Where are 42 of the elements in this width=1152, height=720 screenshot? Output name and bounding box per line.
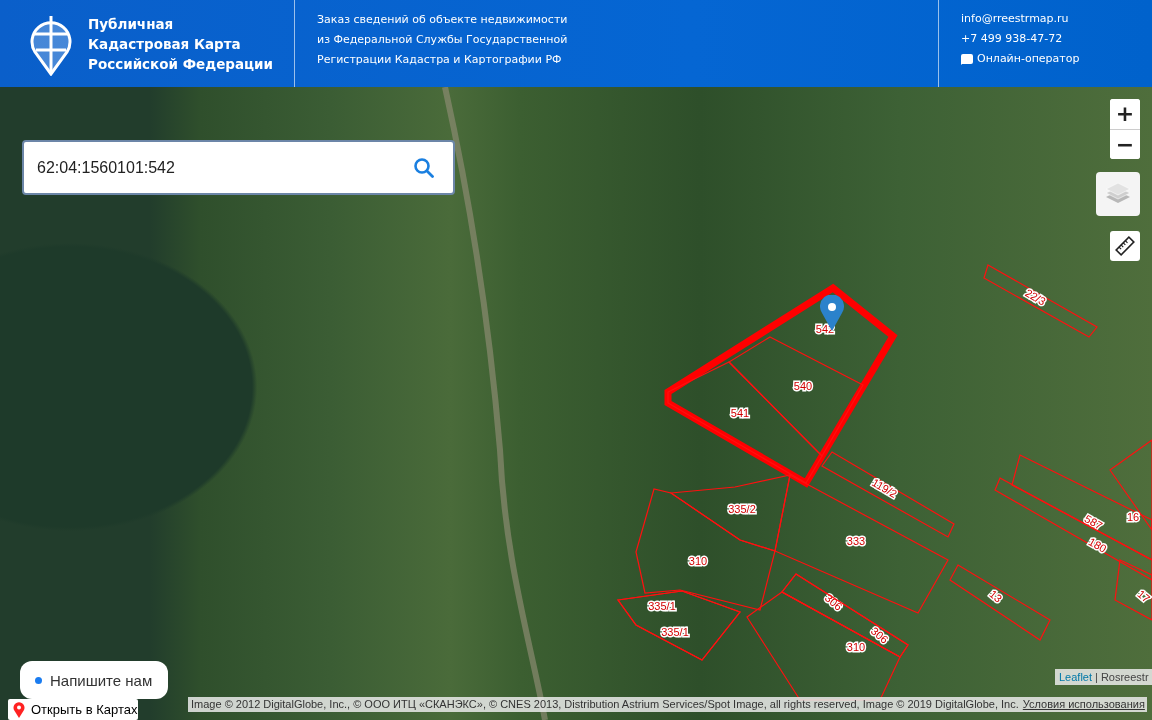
parcel-label: 22/3 bbox=[1023, 286, 1048, 308]
parcel-label: 335/2 bbox=[728, 502, 756, 515]
parcel-label: 180 bbox=[1086, 535, 1109, 555]
terms-of-use-link[interactable]: Условия использования bbox=[1022, 697, 1145, 712]
parcel-label: 541 bbox=[730, 406, 750, 419]
measure-button[interactable] bbox=[1110, 231, 1140, 261]
site-title-line: Российской Федерации bbox=[88, 54, 273, 74]
site-title-line: Кадастровая Карта bbox=[88, 34, 242, 54]
service-description-line: Регистрации Кадастра и Картографии РФ bbox=[317, 52, 563, 68]
map-pin-icon bbox=[13, 701, 25, 718]
online-status-dot bbox=[35, 676, 42, 684]
site-title-line: Публичная bbox=[88, 14, 175, 34]
phone-number[interactable]: +7 499 938-47-72 bbox=[961, 29, 1152, 49]
leaflet-link[interactable]: Leaflet bbox=[1059, 669, 1093, 685]
parcel-label: 17 bbox=[1135, 587, 1152, 605]
parcel-label: 310 bbox=[846, 640, 866, 653]
open-in-maps-button[interactable]: Открыть в Картах bbox=[8, 699, 138, 720]
online-operator-link[interactable]: Онлайн-оператор bbox=[977, 49, 1080, 69]
parcel-label: 310 bbox=[688, 554, 708, 567]
parcel-outline[interactable] bbox=[1114, 559, 1152, 621]
rosreestr-credit: Rosreestr bbox=[1100, 670, 1149, 685]
ruler-icon bbox=[1115, 236, 1135, 256]
search-icon[interactable] bbox=[414, 158, 434, 178]
parcel-label: 335/1 bbox=[661, 625, 689, 638]
parcel-label: 306 bbox=[868, 624, 891, 646]
search-field[interactable]: 62:04:1560101:542 bbox=[22, 140, 455, 195]
parcel-outline[interactable] bbox=[1109, 438, 1152, 532]
parcel-label: 13 bbox=[987, 587, 1005, 605]
parcel-label: 540 bbox=[793, 379, 813, 392]
parcel-label: 587 bbox=[1082, 512, 1105, 532]
service-description-line: из Федеральной Службы Государственной bbox=[317, 32, 569, 48]
email-link[interactable]: info@rreestrmap.ru bbox=[961, 9, 1152, 29]
attribution-separator: | bbox=[1095, 670, 1098, 685]
service-description-line: Заказ сведений об объекте недвижимости bbox=[317, 12, 569, 28]
chat-bubble-icon bbox=[961, 53, 973, 65]
parcel-outline[interactable] bbox=[635, 488, 776, 611]
parcel-label: 335/1 bbox=[648, 599, 676, 612]
parcel-label: 16 bbox=[1126, 510, 1140, 523]
parcel-label: 333 bbox=[846, 534, 866, 547]
write-to-us-button[interactable]: Напишите нам bbox=[20, 661, 168, 699]
parcel-outline[interactable] bbox=[1011, 454, 1152, 561]
imagery-credit: Image © 2012 DigitalGlobe, Inc., © ООО ИТЦ «СКАНЭКС», © CNES 2013, Distribution Astrium Services/Spot Image, all rights reserved, Image © 2019 DigitalGlobe, Inc. bbox=[191, 697, 1019, 712]
